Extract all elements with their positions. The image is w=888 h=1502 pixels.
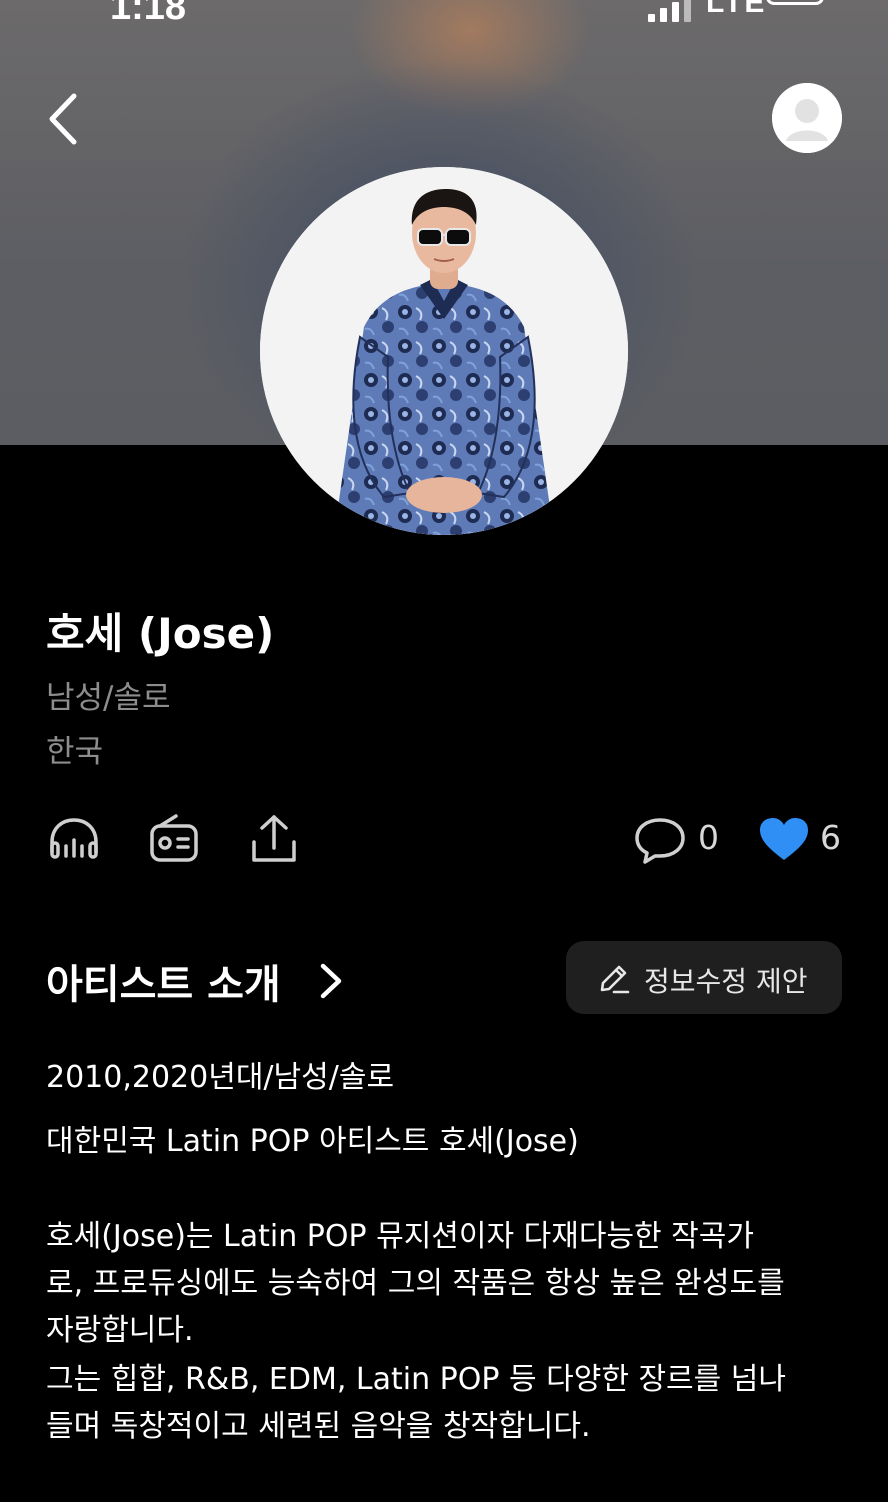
listen-button[interactable]: [46, 812, 102, 868]
intro-line-1: 2010,2020년대/남성/솔로: [46, 1060, 395, 1095]
headphones-icon: [50, 818, 98, 859]
back-icon: [49, 93, 77, 145]
share-button[interactable]: [246, 812, 302, 868]
artist-photo: [260, 167, 628, 535]
comment-icon: [635, 818, 685, 864]
heart-icon: [760, 818, 808, 860]
network-type: LTE: [706, 0, 767, 19]
comment-button[interactable]: [632, 812, 688, 868]
radio-button[interactable]: [146, 812, 202, 868]
battery-icon: [766, 0, 824, 5]
intro-para2-line1: 그는 힙합, R&B, EDM, Latin POP 등 다양한 장르를 넘나: [46, 1362, 786, 1397]
signal-icon: [648, 0, 691, 22]
suggest-edit-label: 정보수정 제안: [644, 965, 808, 998]
artist-name: 호세 (Jose): [46, 609, 275, 658]
intro-para1-line1: 호세(Jose)는 Latin POP 뮤지션이자 다재다능한 작곡가: [46, 1219, 754, 1254]
intro-para1-line3: 자랑합니다.: [46, 1313, 194, 1348]
share-icon: [252, 815, 296, 862]
artist-category: 남성/솔로: [46, 680, 171, 716]
user-profile-button[interactable]: [772, 83, 842, 153]
like-button[interactable]: [756, 812, 812, 868]
intro-line-2: 대한민국 Latin POP 아티스트 호세(Jose): [46, 1124, 579, 1159]
chevron-right-icon: [320, 963, 342, 999]
radio-icon: [150, 814, 198, 862]
like-count: 6: [820, 818, 841, 857]
suggest-edit-button[interactable]: 정보수정 제안: [566, 941, 842, 1014]
status-bar: 1:18 LTE: [0, 0, 888, 28]
status-time: 1:18: [110, 0, 187, 28]
artist-intro-more[interactable]: [315, 960, 349, 1002]
artist-intro-title[interactable]: 아티스트 소개: [46, 952, 281, 1010]
intro-para2-line2: 들며 독창적이고 세련된 음악을 창작합니다.: [46, 1409, 591, 1444]
back-button[interactable]: [44, 92, 90, 146]
artist-country: 한국: [46, 734, 104, 770]
profile-icon: [772, 83, 842, 153]
intro-para1-line2: 로, 프로듀싱에도 능숙하여 그의 작품은 항상 높은 완성도를: [46, 1266, 785, 1301]
comment-count: 0: [698, 818, 719, 857]
pencil-icon: [600, 965, 630, 994]
